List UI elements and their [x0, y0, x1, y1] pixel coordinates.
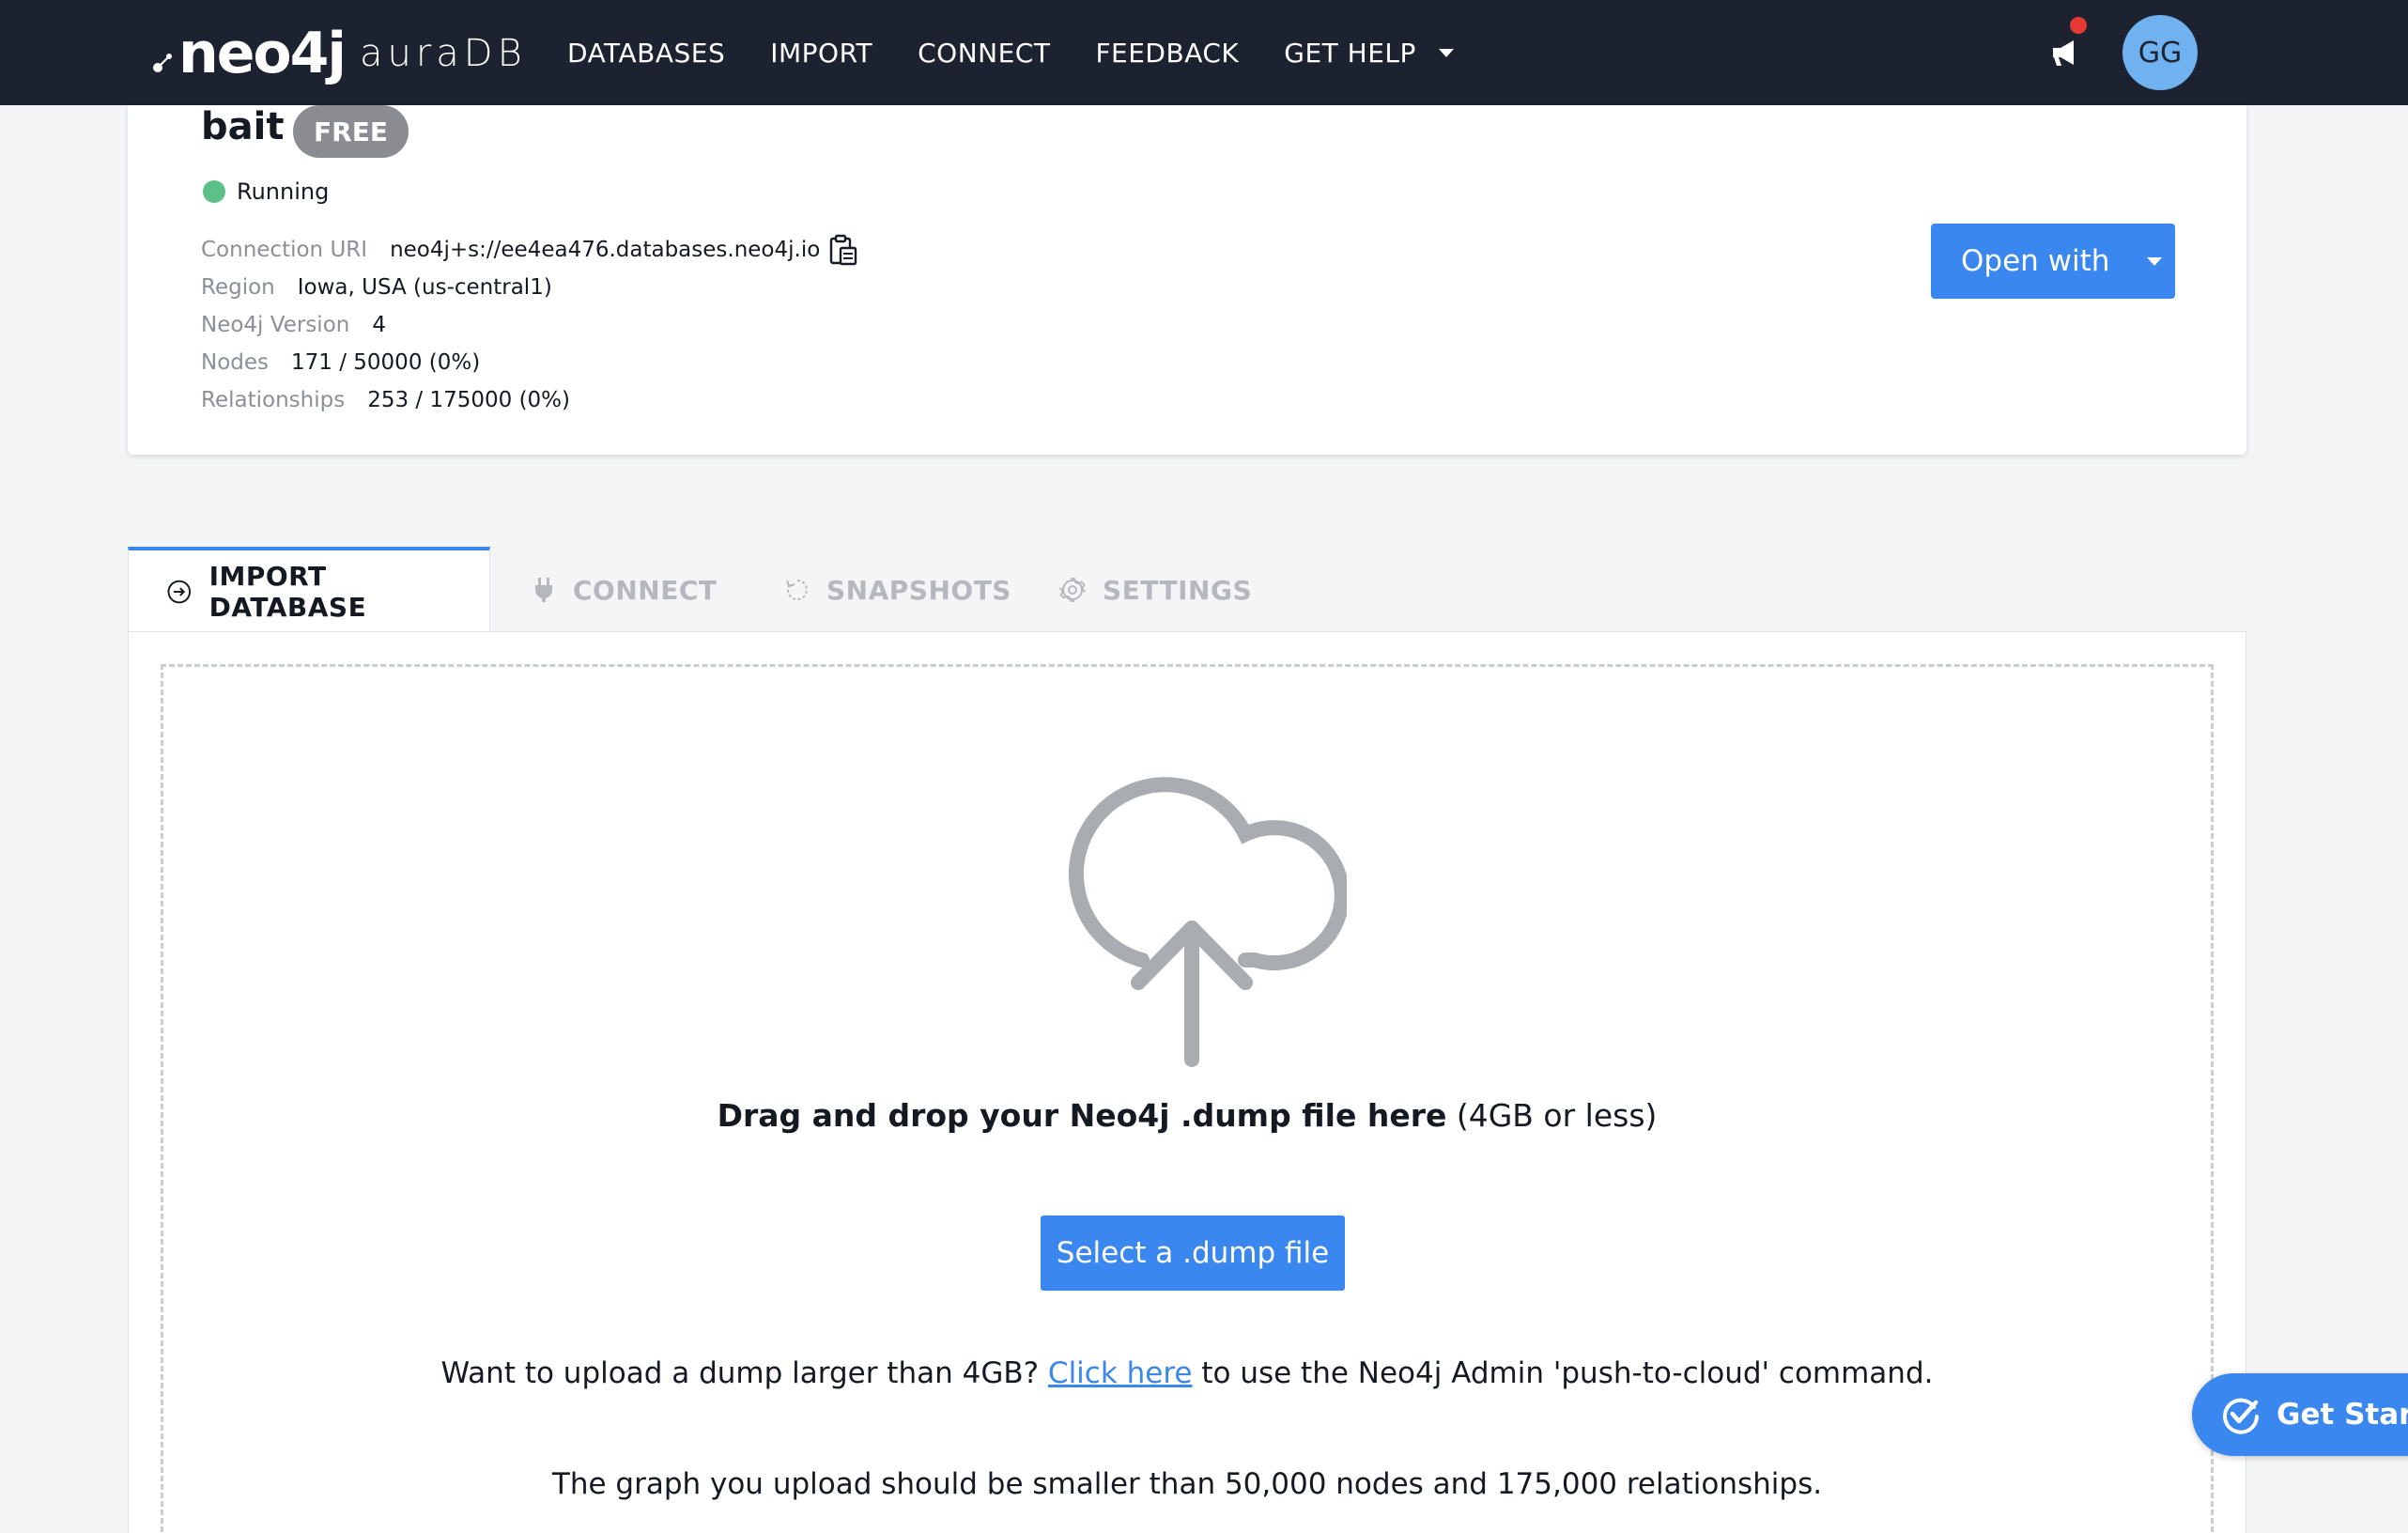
status-label: Running [237, 178, 330, 205]
nav-links: DATABASES IMPORT CONNECT FEEDBACK GET HE… [567, 0, 1499, 105]
tab-settings[interactable]: SETTINGS [1059, 547, 1252, 633]
select-dump-file-button[interactable]: Select a .dump file [1041, 1216, 1345, 1291]
nav-get-help[interactable]: GET HELP [1284, 38, 1454, 69]
graph-nodes-icon [153, 54, 172, 72]
refresh-icon [786, 580, 808, 600]
detail-label: Connection URI [201, 238, 368, 262]
get-started-label: Get Started [2277, 1398, 2408, 1432]
tab-connect[interactable]: CONNECT [532, 547, 718, 633]
detail-row-connection-uri: Connection URI neo4j+s://ee4ea476.databa… [201, 231, 857, 269]
database-name: bait [201, 105, 285, 148]
database-tabs: IMPORT DATABASE CONNECT SNAPSHOTS SETTIN… [128, 547, 2246, 633]
detail-label: Nodes [201, 350, 270, 375]
version-value: 4 [372, 313, 386, 337]
logo-product: auraDB [359, 32, 527, 75]
nodes-value: 171 / 50000 (0%) [291, 350, 481, 375]
logo-mark: neo4j [178, 21, 347, 86]
get-started-button[interactable]: Get Started [2192, 1373, 2408, 1456]
size-limit-note: (4GB or less) [1456, 1097, 1658, 1134]
open-with-button[interactable]: Open with [1931, 224, 2175, 299]
tab-label: SETTINGS [1103, 574, 1253, 606]
drag-drop-title: Drag and drop your Neo4j .dump file here [717, 1097, 1447, 1134]
hint-text-after: to use the Neo4j Admin 'push-to-cloud' c… [1201, 1356, 1934, 1390]
get-help-label: GET HELP [1284, 37, 1416, 69]
tab-label: IMPORT DATABASE [208, 561, 367, 623]
notification-dot [2070, 17, 2087, 34]
detail-label: Neo4j Version [201, 313, 350, 337]
nav-connect[interactable]: CONNECT [918, 38, 1050, 69]
nav-databases[interactable]: DATABASES [567, 38, 725, 69]
detail-row-region: Region Iowa, USA (us-central1) [201, 269, 857, 306]
megaphone-icon [2053, 40, 2074, 66]
user-avatar[interactable]: GG [2122, 15, 2198, 90]
tier-badge: FREE [293, 105, 409, 158]
copy-to-clipboard-icon[interactable] [829, 234, 857, 266]
large-dump-hint: Want to upload a dump larger than 4GB? C… [163, 1353, 2211, 1394]
plug-icon [535, 578, 552, 602]
nav-import[interactable]: IMPORT [770, 38, 872, 69]
cloud-upload-icon [1069, 777, 1347, 1067]
detail-row-nodes: Nodes 171 / 50000 (0%) [201, 344, 857, 381]
dump-file-dropzone[interactable]: Drag and drop your Neo4j .dump file here… [161, 664, 2214, 1533]
database-card: bait FREE Running Connection URI neo4j+s… [128, 105, 2246, 455]
detail-label: Relationships [201, 388, 346, 412]
check-circle-icon [2223, 1398, 2259, 1434]
detail-row-version: Neo4j Version 4 [201, 306, 857, 344]
region-value: Iowa, USA (us-central1) [297, 275, 552, 300]
chevron-down-icon [2147, 256, 2163, 266]
hint-text-before: Want to upload a dump larger than 4GB? [440, 1356, 1040, 1390]
nav-feedback[interactable]: FEEDBACK [1095, 38, 1239, 69]
chevron-down-icon [1438, 48, 1454, 57]
detail-label: Region [201, 275, 275, 300]
arrow-circle-icon [167, 580, 192, 604]
database-status: Running [203, 178, 329, 205]
database-details: Connection URI neo4j+s://ee4ea476.databa… [201, 231, 857, 419]
graph-size-limit: The graph you upload should be smaller t… [551, 1467, 1823, 1501]
tab-snapshots[interactable]: SNAPSHOTS [785, 547, 1011, 633]
tab-import-database[interactable]: IMPORT DATABASE [128, 547, 490, 633]
tab-label: SNAPSHOTS [826, 574, 1011, 606]
tab-label: CONNECT [573, 574, 718, 606]
connection-uri-value: neo4j+s://ee4ea476.databases.neo4j.io [390, 238, 821, 262]
top-navbar: neo4j auraDB DATABASES IMPORT CONNECT FE… [0, 0, 2408, 105]
relationships-value: 253 / 175000 (0%) [367, 388, 571, 412]
open-with-label: Open with [1961, 244, 2110, 278]
neo4j-auradb-logo[interactable]: neo4j auraDB [152, 21, 527, 86]
drag-drop-instructions: Drag and drop your Neo4j .dump file here… [163, 1097, 2211, 1134]
status-indicator-icon [203, 180, 225, 203]
push-to-cloud-link[interactable]: Click here [1048, 1356, 1193, 1390]
announcements-button[interactable] [2049, 17, 2087, 70]
import-panel: Drag and drop your Neo4j .dump file here… [128, 631, 2246, 1533]
gear-icon [1059, 578, 1086, 602]
detail-row-relationships: Relationships 253 / 175000 (0%) [201, 381, 857, 419]
